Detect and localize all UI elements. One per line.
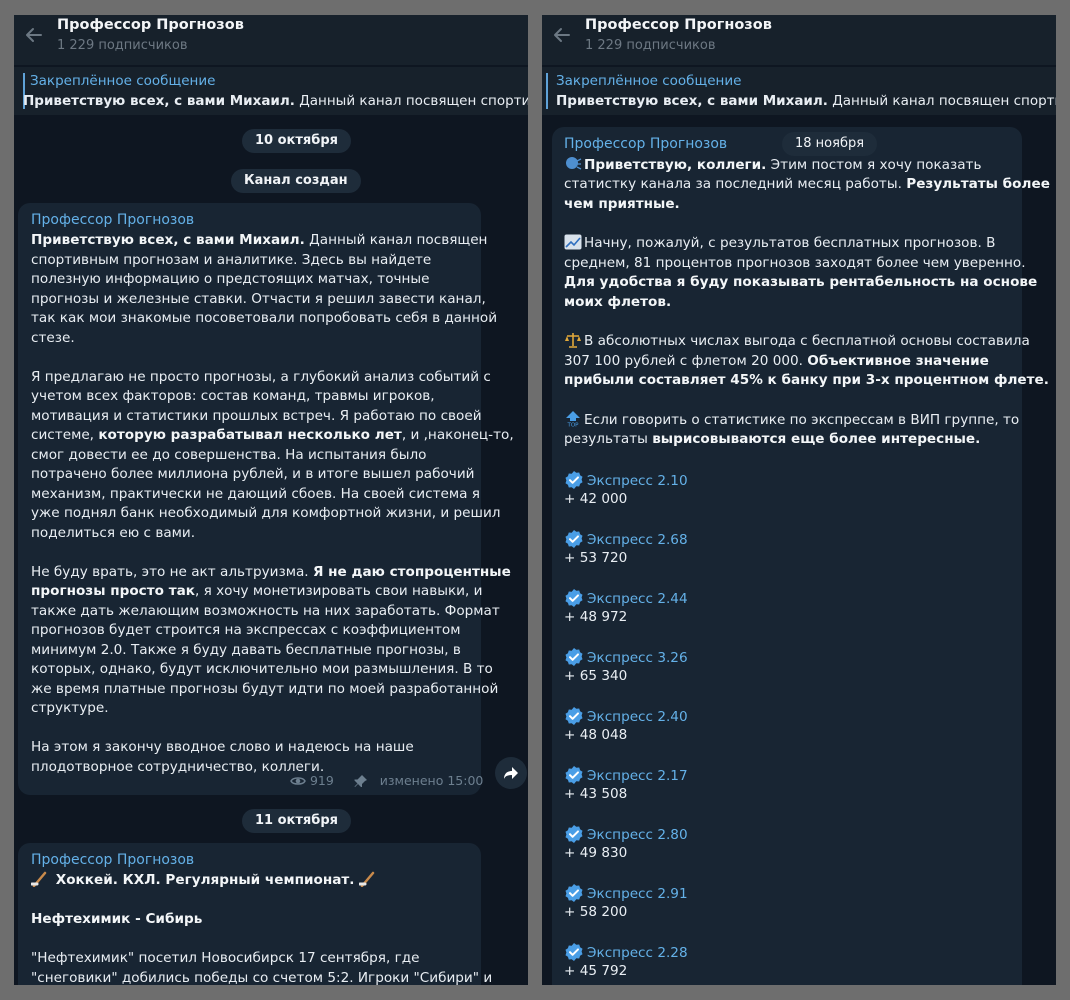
chat-header: Профессор Прогнозов 1 229 подписчиков (542, 15, 1056, 65)
express-link[interactable]: Экспресс 2.91 (564, 883, 688, 905)
verified-check-icon (564, 942, 584, 962)
message-meta: 919 изменено 15:00 (290, 773, 483, 788)
back-arrow-icon[interactable] (20, 25, 48, 53)
channel-title[interactable]: Профессор Прогнозов (57, 17, 244, 33)
verified-check-icon (564, 647, 584, 667)
chart-increasing-icon (564, 234, 582, 250)
express-profit: + 58 200 (564, 904, 628, 920)
chat-panel-right: Профессор Прогнозов 1 229 подписчиков За… (542, 15, 1056, 985)
views-icon (290, 773, 306, 788)
verified-check-icon (564, 529, 584, 549)
express-link[interactable]: Экспресс 2.10 (564, 470, 688, 492)
express-profit: + 43 508 (564, 786, 628, 802)
channel-title[interactable]: Профессор Прогнозов (585, 17, 772, 33)
balance-scale-icon (564, 332, 582, 348)
express-link[interactable]: Экспресс 2.80 (564, 824, 688, 846)
pinned-text: Приветствую всех, с вами Михаил. Данный … (556, 93, 1056, 109)
verified-check-icon (564, 765, 584, 785)
express-profit: + 49 830 (564, 845, 628, 861)
pinned-text: Приветствую всех, с вами Михаил. Данный … (23, 93, 528, 109)
edited-time: изменено 15:00 (379, 773, 484, 788)
back-arrow-icon[interactable] (548, 25, 576, 53)
verified-check-icon (564, 470, 584, 490)
express-profit: + 45 792 (564, 963, 628, 979)
pinned-indicator (546, 73, 548, 109)
hockey-stick-icon (358, 871, 377, 888)
message-text: "снеговики" добились победы со счетом 5:… (31, 970, 493, 985)
speaking-head-icon (564, 156, 582, 172)
message-headline: Хоккей. КХЛ. Регулярный чемпионат. (30, 871, 379, 891)
svg-text:TOP: TOP (566, 423, 579, 428)
pinned-label: Закреплённое сообщение (556, 73, 742, 89)
express-link[interactable]: Экспресс 2.44 (564, 588, 688, 610)
views-count: 919 (309, 773, 334, 788)
share-arrow-icon (503, 763, 519, 782)
message-text: "Нефтехимик" посетил Новосибирск 17 сент… (31, 950, 420, 966)
message-bubble[interactable]: Профессор Прогнозов Приветствую всех, с … (18, 203, 514, 795)
message-author[interactable]: Профессор Прогнозов (564, 136, 727, 152)
forward-button[interactable] (495, 757, 527, 789)
express-link[interactable]: Экспресс 2.40 (564, 706, 688, 728)
subscriber-count: 1 229 подписчиков (57, 38, 188, 53)
chat-header: Профессор Прогнозов 1 229 подписчиков (14, 15, 528, 65)
message-bubble[interactable]: Профессор Прогнозов Хоккей. КХЛ. Регуляр… (18, 843, 492, 985)
message-bubble[interactable]: Профессор Прогнозов 18 ноября Приветству… (552, 127, 1050, 985)
verified-check-icon (564, 824, 584, 844)
date-separator: 10 октября (242, 129, 351, 153)
express-link[interactable]: Экспресс 2.28 (564, 942, 688, 964)
express-profit: + 53 720 (564, 550, 628, 566)
hockey-stick-icon (30, 871, 49, 888)
express-link[interactable]: Экспресс 3.26 (564, 647, 688, 669)
match-title: Нефтехимик - Сибирь (31, 911, 203, 927)
verified-check-icon (564, 706, 584, 726)
pinned-message-bar[interactable]: Закреплённое сообщение Приветствую всех,… (542, 67, 1056, 115)
date-separator: 18 ноября (782, 132, 878, 156)
top-arrow-icon: TOP (564, 411, 582, 429)
verified-check-icon (564, 883, 584, 903)
express-link[interactable]: Экспресс 2.68 (564, 529, 688, 551)
service-message: Канал создан (231, 169, 361, 193)
message-author[interactable]: Профессор Прогнозов (31, 852, 194, 868)
chat-panel-left: Профессор Прогнозов 1 229 подписчиков За… (14, 15, 528, 985)
verified-check-icon (564, 588, 584, 608)
pinned-label: Закреплённое сообщение (30, 73, 216, 89)
express-profit: + 48 972 (564, 609, 628, 625)
pinned-message-bar[interactable]: Закреплённое сообщение Приветствую всех,… (14, 67, 528, 115)
express-link[interactable]: Экспресс 2.17 (564, 765, 688, 787)
express-profit: + 48 048 (564, 727, 628, 743)
express-profit: + 65 340 (564, 668, 628, 684)
subscriber-count: 1 229 подписчиков (585, 38, 716, 53)
date-separator: 11 октября (242, 809, 351, 833)
message-author[interactable]: Профессор Прогнозов (31, 212, 194, 228)
express-profit: + 42 000 (564, 491, 628, 507)
pin-icon (354, 773, 368, 788)
